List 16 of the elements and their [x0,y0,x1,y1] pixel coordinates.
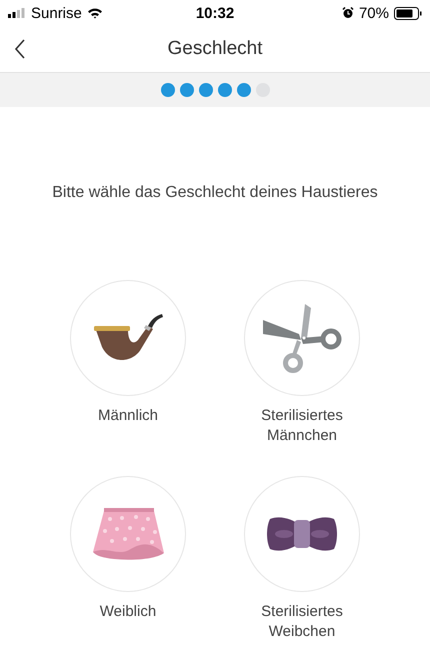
option-label: Sterilisiertes Weibchen [260,602,344,642]
bow-tie-icon [266,515,338,553]
battery-percent: 70% [358,4,389,22]
option-label: Sterilisiertes Männchen [260,406,344,446]
scissors-icon [261,302,343,374]
alarm-icon [342,7,354,19]
clock-time: 10:32 [196,4,234,22]
battery-icon [394,6,422,20]
option-label: Weiblich [98,602,158,622]
skirt-icon [92,507,164,561]
wifi-icon [86,7,103,19]
question-text: Bitte wähle das Geschlecht deines Haustieres [51,183,379,203]
page-title: Geschlecht [167,38,263,60]
signal-icon [8,8,26,18]
option-label: Männlich [96,406,160,426]
carrier-name: Sunrise [31,4,82,22]
